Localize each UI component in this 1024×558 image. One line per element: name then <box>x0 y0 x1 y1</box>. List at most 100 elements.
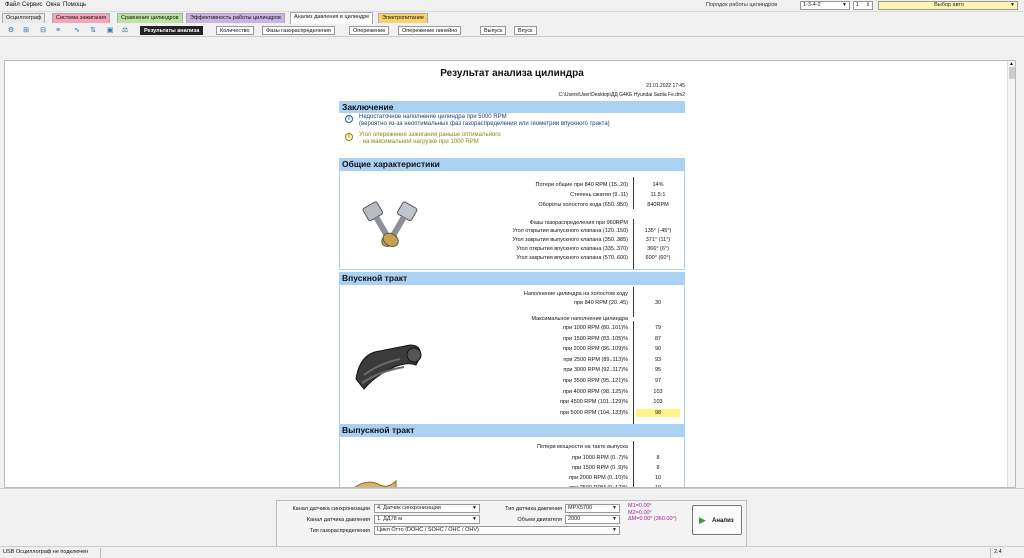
bars-icon[interactable]: ≡ <box>53 26 63 35</box>
note-line: (вероятно из-за неоптимальных фаз газора… <box>359 121 610 127</box>
row-label: при 2000 RPM (86..109)% <box>562 346 628 353</box>
tab-valve-timing[interactable]: Фазы газораспределения <box>262 26 335 35</box>
settings-icon[interactable]: ⚙ <box>6 26 16 35</box>
note-line: Недостаточное наполнение цилиндра при 50… <box>359 114 507 120</box>
conclusion-note-2: Угол опережения зажигания раньше оптимал… <box>359 132 501 146</box>
row-label: Максимальное наполнение цилиндра <box>531 316 628 322</box>
tab-exhaust[interactable]: Выпуск <box>480 26 507 35</box>
row-value: 8 <box>656 455 660 461</box>
grid-chart-icon[interactable]: ⊟ <box>38 26 48 35</box>
tab-advance[interactable]: Опережение <box>349 26 390 35</box>
status-bar: USB Осциллограф не подключен 2.4 <box>0 546 1024 558</box>
cylinder-spinner[interactable]: 1 ⇕ <box>853 1 873 10</box>
scroll-thumb[interactable] <box>1009 67 1015 79</box>
marker-readout: M1=0.00° M2=0.00° ΔM=0.00° (360.00°) <box>628 503 677 523</box>
tab-power-supply[interactable]: Электропитание <box>378 13 428 23</box>
cylinder-order-select[interactable]: 1-3-4-2 ▼ <box>800 1 850 10</box>
row-label: Степень сжатия (9..11) <box>570 192 628 198</box>
tab-cylinder-efficiency[interactable]: Эффективность работы цилиндров <box>186 13 285 23</box>
tab-cylinder-comparison[interactable]: Сравнение цилиндров <box>117 13 183 23</box>
row-value: 79 <box>654 325 662 331</box>
general-row: Степень сжатия (9..11) 11.5:1 <box>340 191 686 199</box>
analysis-report: Результат анализа цилиндра 21.01.2022 17… <box>339 61 686 487</box>
menu-windows[interactable]: Окна <box>46 2 60 8</box>
marker-delta: ΔM=0.00° (360.00°) <box>628 516 677 522</box>
tab-quantity[interactable]: Количество <box>216 26 254 35</box>
row-value: 98 <box>636 408 680 417</box>
row-value: 840RPM <box>647 202 669 208</box>
tab-oscilloscope[interactable]: Осциллограф <box>2 13 46 23</box>
pressure-channel-label: Канал датчика давления <box>306 517 370 523</box>
exhaust-row: при 2000 RPM (0..10)% 10 <box>340 474 686 482</box>
chevron-down-icon: ▼ <box>472 505 477 511</box>
conclusion-note-1: Недостаточное наполнение цилиндра при 50… <box>359 114 610 128</box>
note-line: Угол опережения зажигания раньше оптимал… <box>359 132 501 138</box>
row-label: Угол закрытия впускного клапана (570..60… <box>516 255 628 261</box>
vertical-scrollbar[interactable]: ▲ <box>1007 61 1015 487</box>
gas-distribution-select[interactable]: Цикл Отто (DOHC / SOHC / OHC / OHV) ▼ <box>374 526 620 535</box>
status-divider <box>990 548 991 558</box>
intake-row: при 1500 RPM (83..105)% 87 <box>340 335 686 343</box>
auto-select[interactable]: Выбор авто ▼ <box>878 1 1018 10</box>
row-value: 97 <box>654 378 662 384</box>
chevron-down-icon: ▼ <box>612 505 617 511</box>
tab-advance-linear[interactable]: Опережение линейно <box>398 26 462 35</box>
tab-intake[interactable]: Впуск <box>514 26 537 35</box>
idle-title: Наполнение цилиндра на холостом ходу <box>340 290 686 298</box>
row-value: 90 <box>654 346 662 353</box>
row-value: 103 <box>653 399 663 406</box>
row-label: при 1500 RPM (83..105)% <box>562 335 628 342</box>
sensor-type-select[interactable]: MPX5700 ▼ <box>565 504 620 513</box>
row-label: Потери мощности на такте выпуска <box>537 444 628 450</box>
general-header: Общие характеристики <box>339 158 685 170</box>
row-label: при 1500 RPM (0..9)% <box>572 465 628 471</box>
idle-row: при 840 RPM (20..45) 30 <box>340 299 686 307</box>
row-label: Обороты холостого хода (650..950) <box>538 202 628 208</box>
engine-volume-label: Объем двигателя <box>517 517 562 523</box>
row-label: при 2000 RPM (0..10)% <box>569 475 628 481</box>
conclusion-header: Заключение <box>339 101 685 113</box>
pressure-channel-select[interactable]: 1. ДД78 м ▼ <box>374 515 480 524</box>
row-value: 366° (6°) <box>647 246 669 252</box>
menu-bar: Файл Сервис Окна Помощь Порядок работы ц… <box>0 0 1024 12</box>
menu-help[interactable]: Помощь <box>63 2 86 8</box>
sync-channel-label: Канал датчика синхронизации <box>292 506 370 512</box>
tab-pressure-analysis[interactable]: Анализ давления в цилиндре <box>290 12 374 24</box>
row-label: при 2500 RPM (89..113)% <box>563 356 628 363</box>
report-file-path: C:\Users\User\Desktop\ДД G4KE Hyundai Sa… <box>558 92 685 98</box>
phase-row: Угол открытия выпускного клапана (120..1… <box>340 227 686 235</box>
sort-icon[interactable]: ⇅ <box>88 26 98 35</box>
sync-channel-select[interactable]: 4. Датчик синхронизации ▼ <box>374 504 480 513</box>
row-value: 8 <box>656 465 660 471</box>
warning-info-icon: i <box>345 133 353 141</box>
general-box: Потери общие при 840 RPM (15..20) 14% Степ… <box>339 170 685 270</box>
row-value: 14% <box>652 182 664 188</box>
report-datetime: 21.01.2022 17:45 <box>646 83 685 89</box>
main-tabs: Осциллограф Система зажигания Сравнение … <box>0 12 1024 24</box>
row-label: Угол закрытия выпускного клапана (350..3… <box>512 237 628 243</box>
tab-ignition-system[interactable]: Система зажигания <box>52 13 111 23</box>
menu-service[interactable]: Сервис <box>22 2 43 8</box>
menu-file[interactable]: Файл <box>5 2 20 8</box>
intake-box: Наполнение цилиндра на холостом ходу при … <box>339 284 685 426</box>
scale-icon[interactable]: ⚖ <box>120 26 130 35</box>
row-value: 135° (-45°) <box>644 228 672 234</box>
chevron-down-icon: ▼ <box>842 2 847 8</box>
phase-row: Угол закрытия впускного клапана (570..60… <box>340 254 686 262</box>
gas-distribution-label: Тип газораспределения <box>309 528 370 534</box>
general-row: Обороты холостого хода (650..950) 840RPM <box>340 201 686 209</box>
save-icon[interactable]: ▣ <box>105 26 115 35</box>
toolbar: ⚙ ⊞ ⊟ ≡ ∿ ⇅ ▣ ⚖ Результаты анализа Колич… <box>0 24 1024 37</box>
analyze-button[interactable]: ▶ Анализ <box>692 505 742 535</box>
sync-chart-icon[interactable]: ⊞ <box>21 26 31 35</box>
row-label: при 1000 RPM (80..101)% <box>562 325 628 331</box>
waveform-icon[interactable]: ∿ <box>72 26 82 35</box>
tab-analysis-results[interactable]: Результаты анализа <box>140 26 204 35</box>
status-divider <box>100 548 101 558</box>
row-label: Потери общие при 840 RPM (15..20) <box>535 182 628 188</box>
play-icon: ▶ <box>699 515 706 525</box>
engine-volume-select[interactable]: 2000 ▼ <box>565 515 620 524</box>
intake-row: при 3000 RPM (92..117)% 95 <box>340 366 686 374</box>
report-title: Результат анализа цилиндра <box>440 68 584 79</box>
intake-row: при 3500 RPM (95..121)% 97 <box>340 377 686 385</box>
